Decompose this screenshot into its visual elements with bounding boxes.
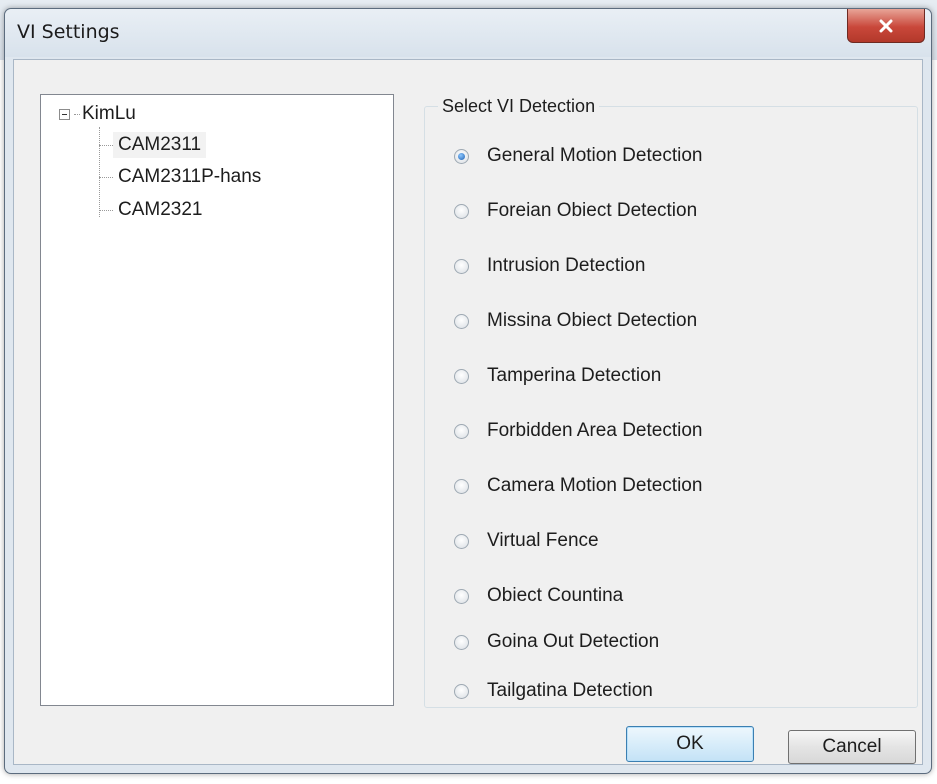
radio-icon[interactable]	[454, 203, 469, 219]
radio-foreign-object-detection[interactable]: Foreian Obiect Detection	[454, 196, 697, 226]
radio-missing-object-detection[interactable]: Missina Obiect Detection	[454, 306, 697, 336]
radio-icon[interactable]	[454, 423, 469, 439]
tree-connector	[99, 209, 113, 211]
tree-connector	[74, 113, 80, 115]
tree-item-label: CAM2321	[118, 199, 203, 220]
radio-selected-icon[interactable]	[454, 148, 469, 164]
title-bar[interactable]: VI Settings	[5, 9, 931, 57]
radio-going-out-detection[interactable]: Goina Out Detection	[454, 627, 659, 657]
radio-icon[interactable]	[454, 313, 469, 329]
radio-icon[interactable]	[454, 533, 469, 549]
tree-item-label: CAM2311	[113, 132, 207, 158]
radio-general-motion-detection[interactable]: General Motion Detection	[454, 141, 702, 171]
radio-label: Goina Out Detection	[487, 631, 660, 652]
radio-label: General Motion Detection	[487, 145, 703, 166]
dialog-body: KimLu CAM2311 CAM2311P-hans CAM2321 Sele…	[13, 59, 923, 765]
radio-tampering-detection[interactable]: Tamperina Detection	[454, 361, 661, 391]
radio-icon[interactable]	[454, 634, 469, 650]
radio-icon[interactable]	[454, 478, 469, 494]
window-title: VI Settings	[17, 21, 120, 43]
collapse-icon[interactable]	[59, 108, 70, 120]
tree-connector	[99, 176, 113, 178]
radio-label: Missina Obiect Detection	[487, 310, 698, 331]
radio-label: Virtual Fence	[487, 530, 599, 551]
radio-label: Forbidden Area Detection	[487, 420, 703, 441]
radio-icon[interactable]	[454, 588, 469, 604]
radio-camera-motion-detection[interactable]: Camera Motion Detection	[454, 471, 702, 501]
radio-label: Camera Motion Detection	[487, 475, 703, 496]
radio-label: Intrusion Detection	[487, 255, 646, 276]
radio-label: Foreian Obiect Detection	[487, 200, 698, 221]
radio-label: Tailgatina Detection	[487, 680, 653, 701]
radio-icon[interactable]	[454, 368, 469, 384]
radio-label: Obiect Countina	[487, 585, 624, 606]
radio-label: Tamperina Detection	[487, 365, 662, 386]
ok-button[interactable]: OK	[626, 726, 754, 762]
tree-item-label: CAM2311P-hans	[118, 166, 262, 187]
camera-tree[interactable]: KimLu CAM2311 CAM2311P-hans CAM2321	[40, 94, 394, 706]
tree-connector	[99, 144, 113, 146]
radio-tailgating-detection[interactable]: Tailgatina Detection	[454, 676, 653, 706]
radio-virtual-fence[interactable]: Virtual Fence	[454, 526, 599, 556]
cancel-button[interactable]: Cancel	[788, 730, 916, 764]
radio-object-counting[interactable]: Obiect Countina	[454, 581, 623, 611]
close-icon	[879, 19, 893, 32]
vi-settings-dialog: VI Settings KimLu CAM2311 CAM2311P-hans	[4, 8, 932, 774]
tree-root-node[interactable]: KimLu	[59, 101, 136, 127]
tree-item-cam2311[interactable]: CAM2311	[99, 131, 207, 159]
tree-item-cam2311p-hans[interactable]: CAM2311P-hans	[99, 163, 266, 191]
radio-intrusion-detection[interactable]: Intrusion Detection	[454, 251, 645, 281]
radio-icon[interactable]	[454, 258, 469, 274]
tree-item-cam2321[interactable]: CAM2321	[99, 196, 208, 224]
detection-group-label: Select VI Detection	[438, 94, 600, 118]
radio-forbidden-area-detection[interactable]: Forbidden Area Detection	[454, 416, 702, 446]
tree-root-label: KimLu	[82, 103, 136, 124]
close-button[interactable]	[847, 9, 925, 43]
radio-icon[interactable]	[454, 683, 469, 699]
